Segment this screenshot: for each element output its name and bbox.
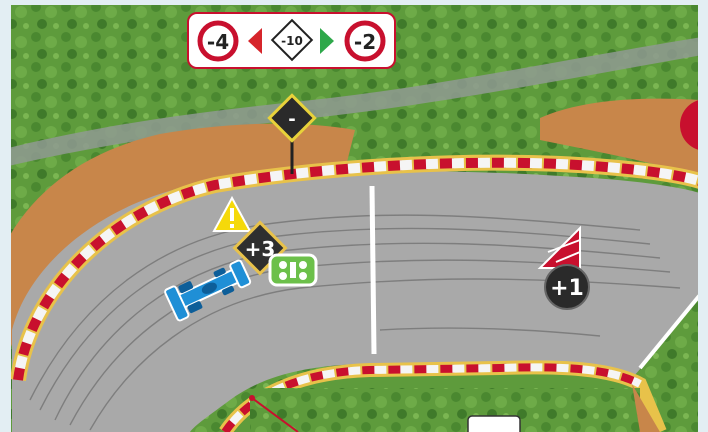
bonus-chip-value: +1 <box>550 276 584 301</box>
left-penalty-value: -4 <box>207 30 229 54</box>
right-penalty-value: -2 <box>354 30 376 54</box>
race-track-board: - +3 +1 -4 -10 -2 <box>0 0 708 432</box>
bonus-chip[interactable]: +1 <box>544 264 590 310</box>
left-penalty-badge[interactable]: -4 <box>197 20 239 62</box>
green-car-token[interactable] <box>268 253 318 287</box>
track-line-vertical <box>369 185 377 355</box>
pit-board[interactable] <box>467 415 521 432</box>
top-frame <box>0 0 708 5</box>
corner-sign-value: - <box>288 109 295 130</box>
right-frame <box>698 0 708 432</box>
penalty-hud: -4 -10 -2 <box>187 12 396 69</box>
inner-infield <box>250 388 640 432</box>
left-frame <box>0 0 11 432</box>
lap-line-dot <box>249 395 255 401</box>
right-penalty-badge[interactable]: -2 <box>344 20 386 62</box>
center-speed-value: -10 <box>281 34 303 48</box>
